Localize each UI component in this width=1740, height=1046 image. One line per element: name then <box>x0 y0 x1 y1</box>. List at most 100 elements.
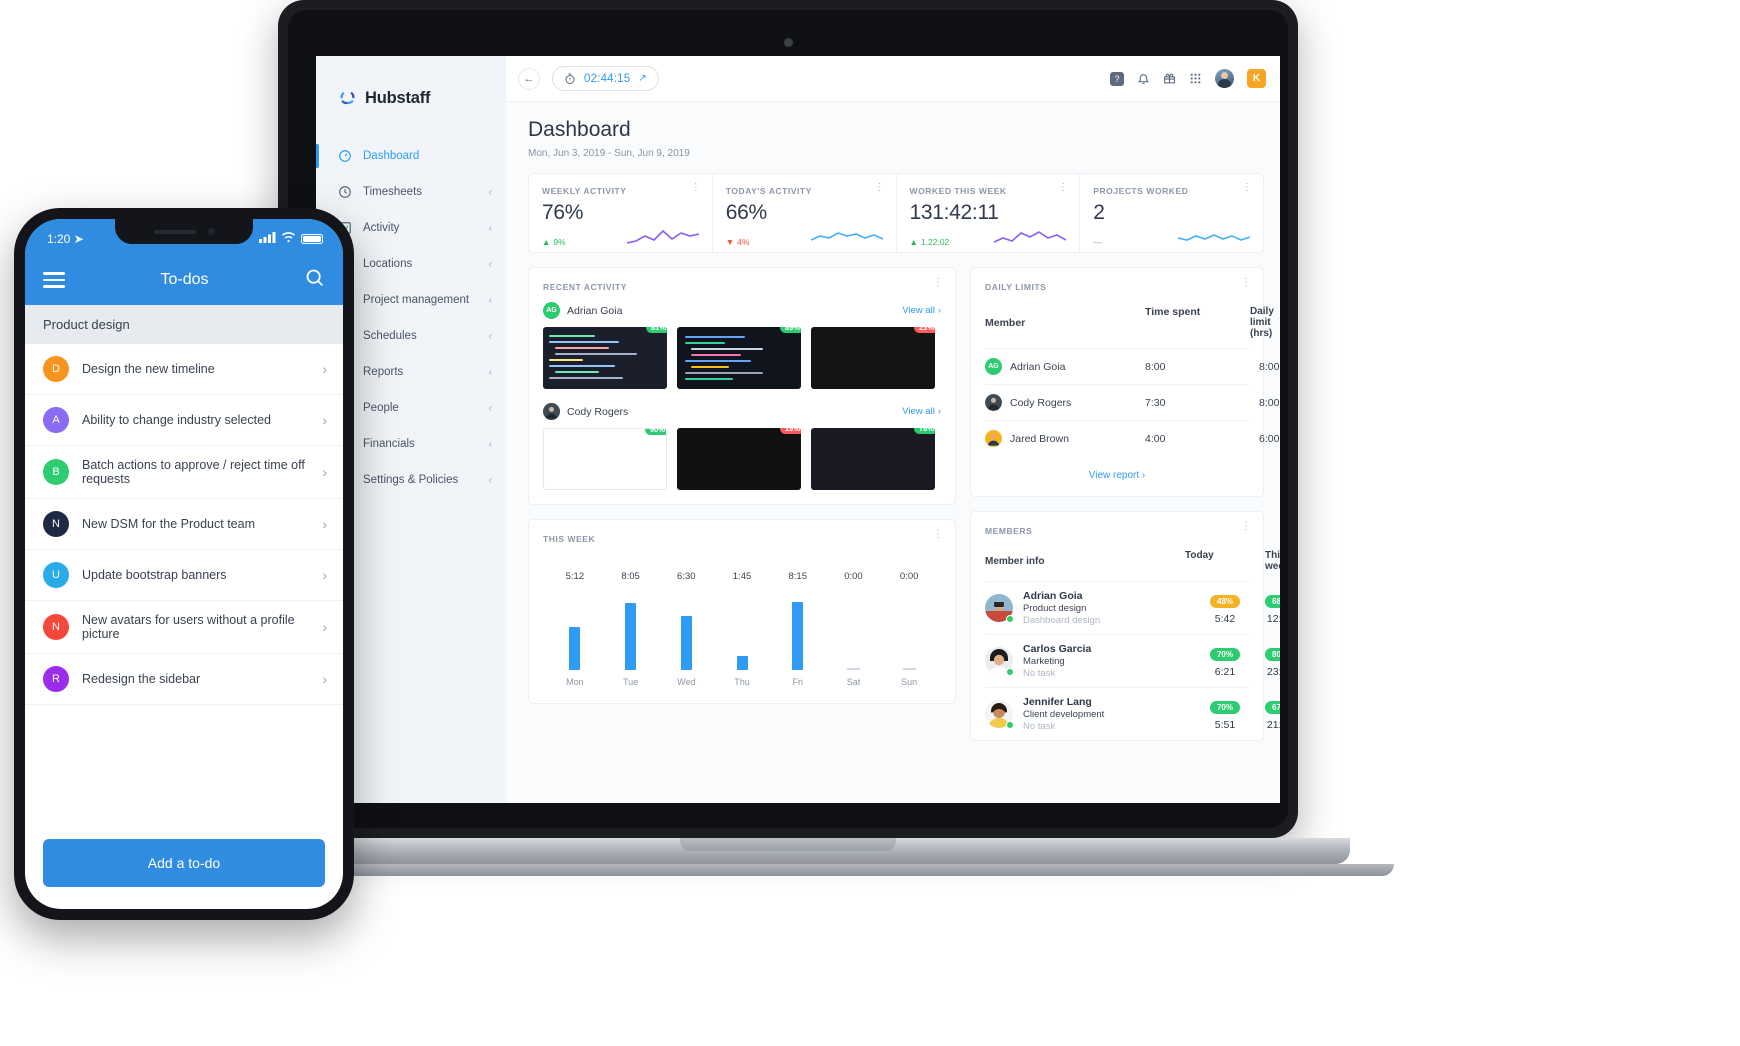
todo-text: Batch actions to approve / reject time o… <box>82 458 305 486</box>
chart-bar[interactable] <box>736 656 748 670</box>
chart-bar[interactable] <box>625 603 637 670</box>
sidebar-item-timesheets[interactable]: Timesheets ‹ <box>316 174 506 210</box>
user-avatar[interactable] <box>1215 69 1234 88</box>
list-item[interactable]: N New DSM for the Product team › <box>25 499 343 550</box>
kebab-menu-icon[interactable]: ⋮ <box>691 183 701 193</box>
sidebar-label: Activity <box>363 222 400 234</box>
activity-user-block: AG Adrian Goia View all › 81% 89% 23% <box>529 292 955 389</box>
add-todo-button[interactable]: Add a to-do <box>43 839 325 887</box>
phone-notch <box>115 219 253 244</box>
chart-category-labels: Mon Tue Wed Thu Fri Sat Sun <box>547 677 937 687</box>
webcam-icon <box>783 38 793 47</box>
activity-chip: 70% <box>1209 701 1240 714</box>
view-all-link[interactable]: View all › <box>902 406 941 417</box>
activity-screenshot[interactable]: 89% <box>677 327 801 389</box>
date-range: Mon, Jun 3, 2019 - Sun, Jun 9, 2019 <box>528 148 690 159</box>
list-item[interactable]: N New avatars for users without a profil… <box>25 601 343 654</box>
kebab-menu-icon[interactable]: ⋮ <box>1241 522 1251 532</box>
stat-label: WORKED THIS WEEK <box>909 186 1007 196</box>
member-name: Adrian Goia <box>1010 360 1066 373</box>
list-item[interactable]: B Batch actions to approve / reject time… <box>25 446 343 499</box>
activity-screenshot[interactable]: 23% <box>811 327 935 389</box>
kebab-menu-icon[interactable]: ⋮ <box>875 183 885 193</box>
card-title: MEMBERS <box>985 526 1033 536</box>
stat-delta: ▼ 4% <box>725 237 750 247</box>
chart-value-labels: 5:12 8:05 6:30 1:45 8:15 0:00 0:00 <box>547 566 937 584</box>
week-summary: 80% 23:14 <box>1265 644 1280 678</box>
view-all-link[interactable]: View all › <box>902 305 941 316</box>
kebab-menu-icon[interactable]: ⋮ <box>933 530 943 540</box>
search-icon[interactable] <box>304 267 325 293</box>
page-title: Dashboard <box>528 118 631 141</box>
apps-grid-icon[interactable] <box>1189 72 1202 85</box>
chevron-left-icon: ‹ <box>488 186 492 198</box>
avatar <box>985 430 1002 447</box>
online-status-dot <box>1006 721 1014 729</box>
todo-list: D Design the new timeline › A Ability to… <box>25 344 343 705</box>
avatar: AG <box>985 358 1002 375</box>
todo-avatar: U <box>43 562 69 588</box>
chart-bar[interactable] <box>680 616 692 670</box>
gift-icon[interactable] <box>1163 72 1176 85</box>
sidebar-item-dashboard[interactable]: Dashboard <box>316 138 506 174</box>
stat-delta-value: 9% <box>553 237 566 247</box>
bell-icon[interactable] <box>1137 72 1150 85</box>
stat-footer: ▲ 9% <box>542 227 699 247</box>
phone-nav-bar: To-dos <box>25 255 343 305</box>
chart-bar[interactable] <box>569 627 581 670</box>
activity-screenshot[interactable]: 19% <box>677 428 801 490</box>
today-time: 6:21 <box>1214 666 1236 678</box>
column-header-member-info: Member info <box>985 555 1045 567</box>
week-time: 23:14 <box>1266 666 1280 678</box>
view-report-label: View report <box>1088 470 1140 481</box>
expand-icon[interactable]: ↗ <box>638 73 646 84</box>
back-button[interactable]: ← <box>518 67 540 90</box>
chevron-right-icon: › <box>322 412 327 428</box>
todo-avatar: A <box>43 407 69 433</box>
activity-screenshot[interactable]: 81% <box>543 327 667 389</box>
avatar: AG <box>543 302 560 319</box>
front-camera-icon <box>207 228 215 235</box>
list-item[interactable]: A Ability to change industry selected › <box>25 395 343 446</box>
todo-text: New DSM for the Product team <box>82 517 255 531</box>
org-avatar[interactable]: K <box>1247 69 1266 88</box>
kebab-menu-icon[interactable]: ⋮ <box>1058 183 1068 193</box>
activity-screenshot[interactable]: 78% <box>811 428 935 490</box>
time-spent-cell: 7:30 <box>1145 396 1166 409</box>
activity-user-header: Cody Rogers View all › <box>543 403 941 420</box>
stats-strip: ⋮ WEEKLY ACTIVITY 76% ▲ 9% ⋮ TODAY'S ACT… <box>528 173 1264 253</box>
brand-name: Hubstaff <box>365 88 431 107</box>
member-task: Dashboard design <box>1023 615 1101 626</box>
chevron-right-icon: › <box>937 305 941 316</box>
hamburger-menu-icon[interactable] <box>43 268 65 292</box>
list-item[interactable]: D Design the new timeline › <box>25 344 343 395</box>
chart-bar[interactable] <box>792 602 804 670</box>
stat-footer: ▲ 1.22:02 <box>910 227 1067 247</box>
this-week-cell: 80% 23:14 <box>1265 644 1280 678</box>
kebab-menu-icon[interactable]: ⋮ <box>1242 183 1252 193</box>
dashboard-content: Dashboard Mon, Jun 3, 2019 - Sun, Jun 9,… <box>506 102 1280 803</box>
this-week-cell: 68% 12:33 <box>1265 591 1280 625</box>
stat-delta: ▲ 1.22:02 <box>909 237 950 247</box>
member-name: Jennifer Lang <box>1023 696 1092 708</box>
column-header-today: Today <box>1185 550 1214 561</box>
brand-logo[interactable]: Hubstaff <box>316 74 506 116</box>
list-item[interactable]: R Redesign the sidebar › <box>25 654 343 705</box>
member-text: Jennifer Lang Client development No task <box>1023 696 1104 732</box>
timer-widget[interactable]: 02:44:15 ↗ <box>552 66 659 91</box>
list-item[interactable]: U Update bootstrap banners › <box>25 550 343 601</box>
column-header-time-spent: Time spent <box>1145 306 1201 318</box>
card-title: THIS WEEK <box>543 534 596 544</box>
chevron-left-icon: ‹ <box>488 402 492 414</box>
speedometer-icon <box>338 149 352 163</box>
stat-delta-value: 4% <box>737 237 750 247</box>
activity-user-name: Adrian Goia <box>567 304 623 317</box>
kebab-menu-icon[interactable]: ⋮ <box>933 278 943 288</box>
help-icon[interactable]: ? <box>1110 71 1124 86</box>
today-cell: 70% 6:21 <box>1185 644 1265 678</box>
table-row: Jennifer Lang Client development No task <box>985 687 1280 740</box>
view-report-link[interactable]: View report › <box>971 456 1263 496</box>
activity-screenshot[interactable]: 90% <box>543 428 667 490</box>
online-status-dot <box>1006 615 1014 623</box>
kebab-menu-icon[interactable]: ⋮ <box>1241 278 1251 288</box>
